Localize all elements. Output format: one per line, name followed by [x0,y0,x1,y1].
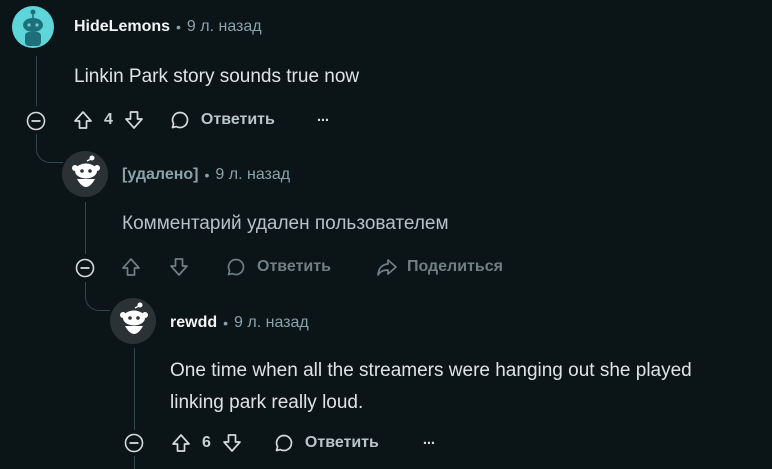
comment-time[interactable]: 9 л. назад [234,314,309,332]
reply-button[interactable]: Ответить [273,432,379,454]
reply-label: Ответить [200,111,275,128]
reply-label: Ответить [257,258,331,275]
more-button[interactable]: ··· [422,434,436,452]
comment-author[interactable]: HideLemons [74,18,170,36]
downvote-icon [223,434,241,452]
comment-actions: 6 Ответить ··· [170,432,436,454]
upvote-button[interactable] [72,109,94,131]
avatar-icon [120,302,148,334]
comment-author: [удалено] [122,166,199,183]
more-icon: ··· [316,111,330,129]
thread-line-2 [85,202,86,254]
meta-separator: • [223,315,229,331]
downvote-button[interactable] [221,432,243,454]
downvote-icon [170,258,188,276]
avatar-icon [72,155,100,187]
upvote-icon [172,434,190,452]
comment-body: Комментарий удален пользователем [122,213,449,234]
reply-button[interactable]: Ответить [169,109,275,131]
share-button[interactable]: Поделиться [375,256,503,278]
comment-time[interactable]: 9 л. назад [215,166,290,184]
vote-score: 6 [202,434,211,451]
collapse-button[interactable] [26,111,46,131]
collapse-button[interactable] [124,433,144,453]
avatar[interactable] [62,151,108,197]
more-button[interactable]: ··· [316,111,330,129]
comment-meta: HideLemons • 9 л. назад [74,18,262,36]
comment-icon [275,434,293,452]
comment-body-line: linking park really loud. [170,392,364,413]
downvote-button[interactable] [123,109,145,131]
comment-icon [171,111,189,129]
share-icon [377,259,397,276]
comment-actions: 4 Ответить ··· [72,109,330,131]
collapse-icon [75,258,95,278]
downvote-icon [125,111,143,129]
comment-icon [227,258,245,276]
avatar[interactable] [12,6,54,48]
collapse-icon [26,111,46,131]
upvote-icon [122,258,140,276]
vote-score: 4 [104,111,113,128]
thread-line-3 [134,348,135,430]
comment-meta: [удалено] • 9 л. назад [122,166,290,184]
comment-actions: Ответить Поделиться [120,256,503,278]
collapse-icon [124,433,144,453]
collapse-button[interactable] [75,258,95,278]
comment-meta: rewdd • 9 л. назад [170,314,309,332]
comment-author[interactable]: rewdd [170,314,217,332]
avatar-icon [23,9,43,46]
share-label: Поделиться [406,258,503,275]
upvote-button[interactable] [120,256,142,278]
thread-elbow-2 [85,282,110,311]
comment-body-line: One time when all the streamers were han… [170,360,692,381]
comment-body: One time when all the streamers were han… [170,355,692,419]
reply-label: Ответить [304,434,379,451]
thread-line-3b [134,456,135,469]
meta-separator: • [176,19,181,35]
comment-body: Linkin Park story sounds true now [74,66,360,87]
more-icon: ··· [422,434,436,452]
avatar[interactable] [110,298,156,344]
thread-elbow-1 [36,134,63,163]
upvote-icon [74,111,92,129]
meta-separator: • [204,167,210,183]
thread-line-1 [36,56,37,106]
reply-button[interactable]: Ответить [225,256,331,278]
upvote-button[interactable] [170,432,192,454]
comment-time[interactable]: 9 л. назад [187,18,262,36]
downvote-button[interactable] [168,256,190,278]
